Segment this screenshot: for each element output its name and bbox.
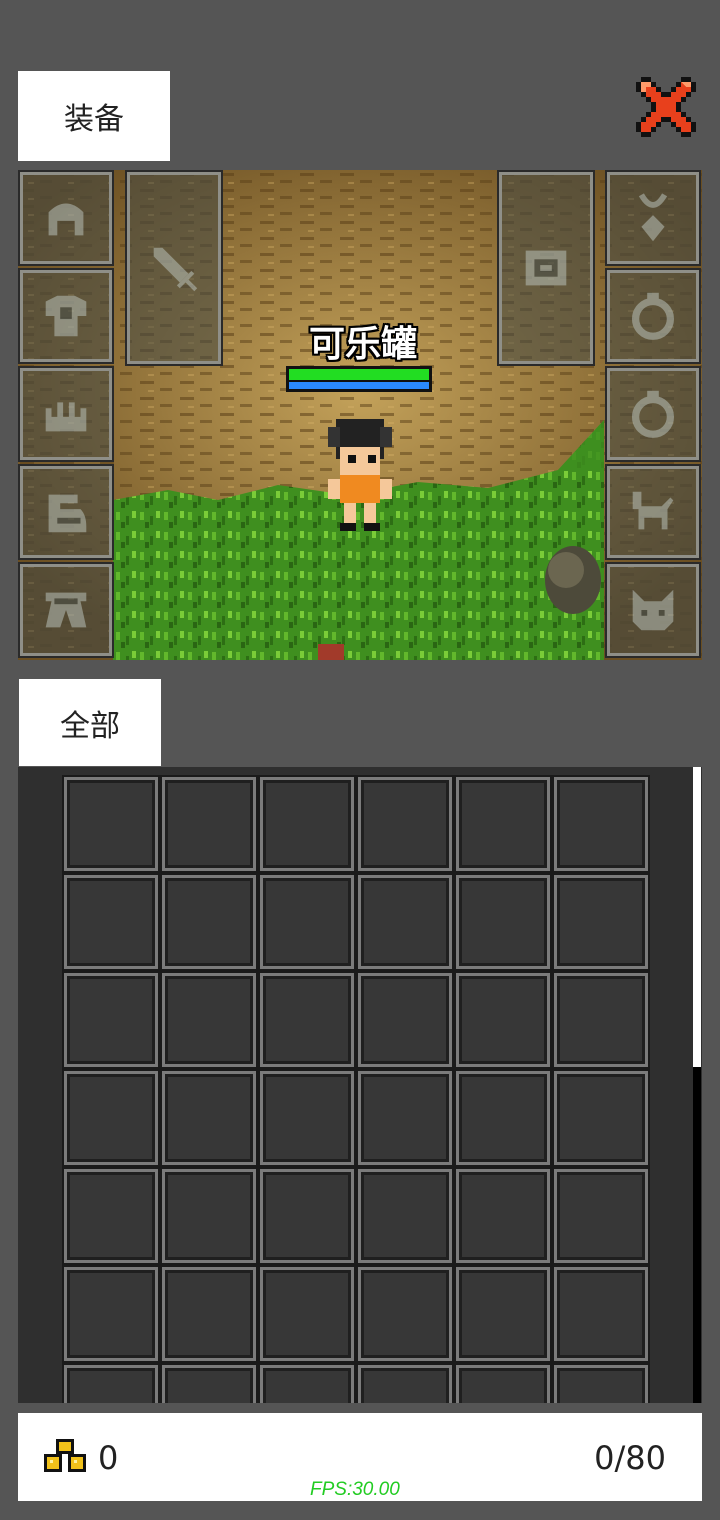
inventory-slot[interactable] [554,1267,648,1361]
slot-helmet[interactable] [18,170,114,266]
inventory-slot[interactable] [64,1169,158,1263]
inventory-slot[interactable] [162,1267,256,1361]
slot-boots[interactable] [18,464,114,560]
close-x-icon [636,77,696,137]
ring-icon [631,292,675,340]
inventory-slot[interactable] [260,1169,354,1263]
gloves-icon [45,402,87,432]
slot-ring-1[interactable] [605,268,701,364]
inventory-slot[interactable] [554,1169,648,1263]
player-status-bar [286,366,432,392]
slot-armor[interactable] [18,268,114,364]
inventory-slot[interactable] [456,1267,550,1361]
slot-mount[interactable] [605,464,701,560]
inventory-slot[interactable] [162,1071,256,1165]
inventory-slot[interactable] [358,777,452,871]
slot-offhand[interactable] [497,170,595,366]
helmet-icon [48,203,84,236]
inventory-slot[interactable] [64,777,158,871]
inventory-slot[interactable] [162,973,256,1067]
gold-coins-icon [44,1439,86,1472]
player-character [328,419,392,531]
inventory-slot[interactable] [260,1365,354,1403]
slot-amulet[interactable] [605,170,701,266]
inventory-slot[interactable] [554,1071,648,1165]
inventory-slot[interactable] [162,875,256,969]
slot-weapon[interactable] [125,170,223,366]
pet-icon [632,589,674,631]
inventory-slot[interactable] [456,1071,550,1165]
inventory-slot[interactable] [162,1365,256,1403]
mp-bar-fill [289,382,429,389]
inventory-slot[interactable] [64,1071,158,1165]
inventory-slot[interactable] [260,973,354,1067]
inventory-slot[interactable] [456,777,550,871]
inventory-slot[interactable] [554,973,648,1067]
player-name: 可乐罐 [308,324,417,365]
inventory-slot[interactable] [260,777,354,871]
inventory-slot[interactable] [358,1071,452,1165]
inventory-slot[interactable] [358,973,452,1067]
amulet-icon [638,193,668,242]
character-preview: 可乐罐 [18,170,702,660]
inventory-slot[interactable] [64,1365,158,1403]
mount-icon [632,491,674,530]
inventory-slot[interactable] [260,875,354,969]
inventory-slot[interactable] [358,1169,452,1263]
inventory-slot[interactable] [554,875,648,969]
inventory-capacity: 0/80 [594,1439,666,1477]
inventory-slot[interactable] [456,973,550,1067]
inventory-footer: 0 0/80 FPS:30.00 [18,1413,702,1501]
slot-pants[interactable] [18,562,114,658]
inventory-grid [62,775,650,1403]
boots-icon [48,494,87,533]
armor-icon [45,295,87,337]
inventory-slot[interactable] [554,1365,648,1403]
inventory-slot[interactable] [64,973,158,1067]
inventory-slot[interactable] [358,875,452,969]
pants-icon [45,592,87,628]
tab-equipment-label: 装备 [64,102,124,137]
inventory-slot[interactable] [162,1169,256,1263]
tab-all-items[interactable]: 全部 [19,679,161,766]
scrollbar-thumb[interactable] [693,767,701,1067]
close-button[interactable] [636,77,696,137]
slot-ring-2[interactable] [605,366,701,462]
ring-icon [631,390,675,438]
inventory-slot[interactable] [260,1267,354,1361]
inventory-panel[interactable] [18,767,702,1403]
inventory-slot[interactable] [64,875,158,969]
inventory-slot[interactable] [554,777,648,871]
inventory-slot[interactable] [456,1169,550,1263]
inventory-slot[interactable] [358,1365,452,1403]
slot-gloves[interactable] [18,366,114,462]
shield-icon [525,250,567,286]
inventory-slot[interactable] [456,875,550,969]
inventory-slot[interactable] [456,1365,550,1403]
inventory-slot[interactable] [64,1267,158,1361]
tab-equipment[interactable]: 装备 [18,71,170,161]
sword-icon [153,247,198,292]
inventory-scrollbar[interactable] [693,767,701,1403]
fps-counter: FPS:30.00 [310,1479,400,1500]
inventory-slot[interactable] [358,1267,452,1361]
inventory-slot[interactable] [162,777,256,871]
slot-pet[interactable] [605,562,701,658]
inventory-slot[interactable] [260,1071,354,1165]
gold-amount: 0 [98,1439,119,1477]
tab-all-items-label: 全部 [60,708,120,744]
hp-bar-fill [289,369,429,380]
